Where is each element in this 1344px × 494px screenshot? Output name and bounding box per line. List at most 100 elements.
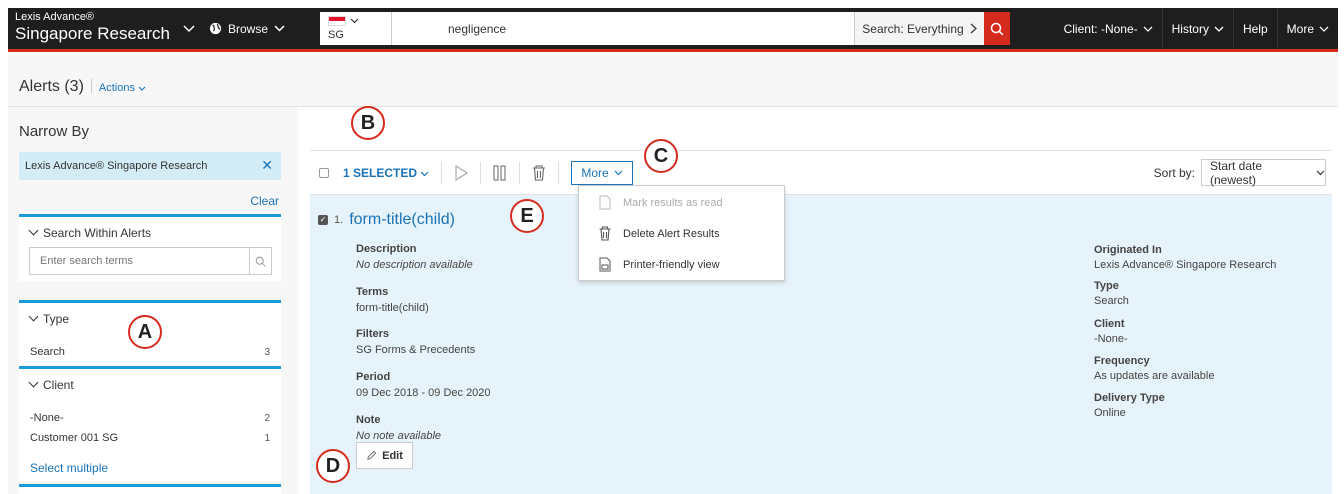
narrow-by-sidebar: Narrow By Lexis Advance® Singapore Resea…: [8, 107, 298, 494]
client-filter-title: Client: [43, 378, 74, 392]
search-scope-selector[interactable]: Search: Everything: [854, 12, 984, 45]
filter-option-label: Customer 001 SG: [30, 432, 119, 444]
selected-count-menu[interactable]: 1 SELECTED: [343, 166, 429, 180]
help-link[interactable]: Help: [1232, 8, 1277, 49]
divider: [519, 161, 521, 184]
chevron-down-icon: [614, 170, 623, 175]
pencil-icon: [367, 450, 377, 460]
field-value: Online: [1094, 407, 1126, 419]
field-value: 09 Dec 2018 - 09 Dec 2020: [356, 387, 491, 399]
document-icon: [599, 195, 611, 210]
next-panel-edge: [19, 484, 281, 494]
mark-as-read-item[interactable]: Mark results as read: [599, 195, 723, 210]
history-menu[interactable]: History: [1161, 8, 1233, 49]
active-filter-label: Lexis Advance® Singapore Research: [25, 160, 208, 172]
more-actions-button[interactable]: More: [571, 160, 633, 185]
edit-button[interactable]: Edit: [356, 442, 413, 469]
brand-small-text: Lexis Advance®: [15, 11, 95, 23]
field-value: Search: [1094, 295, 1129, 307]
result-checkbox[interactable]: ✓: [318, 215, 328, 225]
search-button[interactable]: [984, 12, 1010, 45]
field-value: As updates are available: [1094, 370, 1215, 382]
field-label: Note: [356, 414, 381, 426]
columns-icon[interactable]: [493, 165, 507, 181]
printer-icon: [599, 257, 611, 272]
top-nav: Lexis Advance® Singapore Research Browse…: [8, 8, 1338, 52]
field-value: SG Forms & Precedents: [356, 344, 476, 356]
callout-e: E: [510, 199, 544, 233]
field-label: Terms: [356, 286, 389, 298]
divider: [558, 161, 560, 184]
filter-option[interactable]: Customer 001 SG 1: [19, 428, 281, 448]
result-title-link[interactable]: form-title(child): [349, 211, 455, 229]
narrow-by-heading: Narrow By: [19, 123, 90, 140]
more-menu-label: More: [1286, 21, 1314, 36]
chevron-down-icon: [420, 171, 429, 176]
play-icon[interactable]: [454, 164, 469, 181]
search-scope-label: Search: Everything: [862, 21, 964, 36]
client-menu-label: Client: -None-: [1063, 21, 1138, 36]
field-label: Period: [356, 371, 391, 383]
select-multiple-link[interactable]: Select multiple: [19, 458, 281, 478]
results-toolbar: 1 SELECTED More Sort by: Start date (new…: [310, 150, 1332, 195]
actions-label: Actions: [98, 82, 135, 94]
close-icon[interactable]: ✕: [261, 157, 273, 174]
delete-alert-results-item[interactable]: Delete Alert Results: [599, 226, 720, 241]
menu-item-label: Delete Alert Results: [623, 227, 720, 240]
singapore-flag-icon: [328, 16, 346, 26]
menu-item-label: Mark results as read: [623, 196, 723, 209]
active-filter-chip: Lexis Advance® Singapore Research ✕: [19, 152, 281, 180]
chevron-down-icon: [28, 225, 39, 236]
callout-a: A: [128, 315, 162, 349]
chevron-down-icon: [1143, 26, 1153, 32]
jurisdiction-selector[interactable]: SG: [320, 12, 392, 45]
sort-select[interactable]: Start date (newest): [1201, 158, 1326, 187]
divider: [90, 79, 92, 93]
chevron-down-icon: [1319, 26, 1329, 32]
filter-option-count: 1: [264, 432, 270, 444]
callout-d: D: [316, 449, 350, 483]
filter-option-label: Search: [30, 346, 65, 358]
type-filter-title: Type: [43, 312, 70, 326]
field-value: No description available: [356, 259, 473, 271]
chevron-down-icon: [138, 86, 146, 91]
search-within-panel: Search Within Alerts Enter search terms: [19, 214, 281, 281]
globe-icon: [209, 22, 222, 35]
result-number: 1.: [334, 214, 344, 226]
client-filter-toggle[interactable]: Client: [19, 369, 281, 399]
search-icon[interactable]: [249, 248, 271, 274]
select-all-checkbox[interactable]: [319, 167, 329, 178]
filter-option[interactable]: -None- 2: [19, 408, 281, 428]
page-title: Alerts (3): [19, 78, 84, 95]
field-value: form-title(child): [356, 302, 429, 314]
trash-icon[interactable]: [532, 164, 546, 181]
chevron-down-icon: [274, 25, 285, 32]
alert-result-item: ✓ 1. form-title(child) Description No de…: [310, 195, 1332, 494]
clear-filters-link[interactable]: Clear: [250, 194, 279, 208]
browse-menu[interactable]: Browse: [203, 8, 308, 49]
alerts-results: 1 SELECTED More Sort by: Start date (new…: [310, 107, 1338, 494]
field-label: Originated In: [1094, 244, 1162, 256]
jurisdiction-label: SG: [328, 29, 344, 41]
field-value: -None-: [1094, 333, 1128, 345]
callout-c: C: [644, 139, 678, 173]
field-label: Client: [1094, 318, 1125, 330]
alerts-header: Alerts (3) Actions: [8, 55, 1338, 107]
actions-menu[interactable]: Actions: [99, 82, 146, 94]
search-within-toggle[interactable]: Search Within Alerts: [19, 217, 281, 247]
chevron-right-icon: [970, 23, 977, 34]
search-input[interactable]: negligence: [392, 22, 854, 36]
more-menu[interactable]: More: [1276, 8, 1338, 49]
printer-friendly-item[interactable]: Printer-friendly view: [599, 257, 720, 272]
product-switcher-chevron-icon[interactable]: [175, 8, 203, 49]
field-label: Frequency: [1094, 355, 1150, 367]
menu-item-label: Printer-friendly view: [623, 258, 720, 271]
browse-label: Browse: [228, 21, 269, 36]
divider: [480, 161, 482, 184]
sort-select-value: Start date (newest): [1210, 158, 1263, 187]
filter-option-count: 2: [264, 412, 270, 424]
brand-logo[interactable]: Lexis Advance® Singapore Research: [8, 8, 175, 49]
client-filter-panel: Client -None- 2 Customer 001 SG 1 Select…: [19, 366, 281, 481]
search-within-input[interactable]: Enter search terms: [29, 247, 272, 275]
client-menu[interactable]: Client: -None-: [1055, 8, 1162, 49]
